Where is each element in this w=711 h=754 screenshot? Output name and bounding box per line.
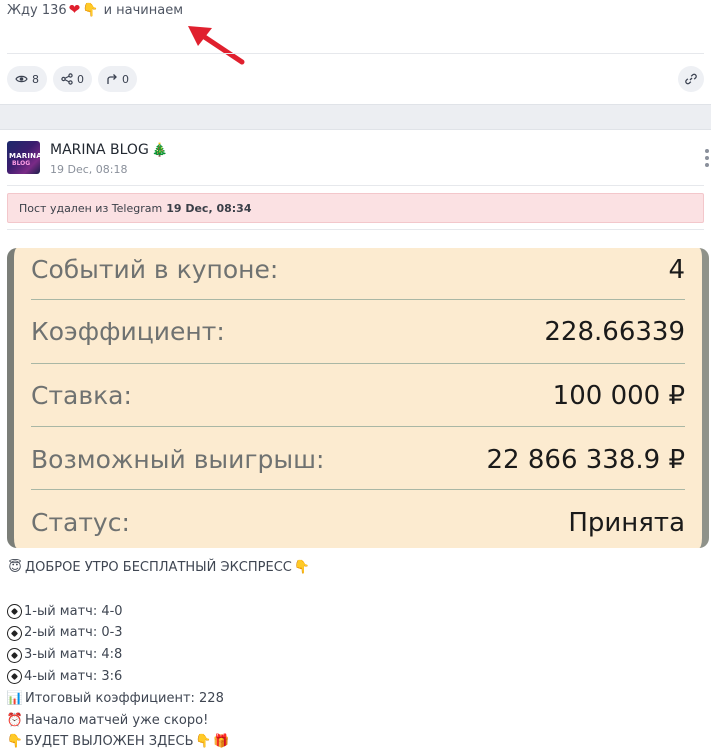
views-counter[interactable]: 8 [7,66,47,92]
divider [7,53,704,54]
eye-icon [15,75,28,83]
message-line: 4-ый матч: 3:6 [7,666,310,688]
coupon-row-value: 4 [668,254,685,285]
message-line: 2-ый матч: 0-3 [7,622,310,644]
link-icon [685,73,697,85]
views-count: 8 [32,72,39,86]
posted-here: БУДЕТ ВЫЛОЖЕН ЗДЕСЬ [25,734,194,750]
post-stats: 8 0 0 [7,66,137,92]
more-vertical-icon[interactable] [705,149,709,167]
copy-link-button[interactable] [678,66,704,92]
pointing-down-hand-icon: 👇 [195,734,212,750]
coupon-image: Событий в купоне: 4 Коэффициент: 228.663… [7,248,709,548]
post-message: 😇 ДОБРОЕ УТРО БЕСПЛАТНЫЙ ЭКСПРЕСС 👇 1-ый… [7,557,310,753]
shares-counter[interactable]: 0 [53,66,92,92]
coupon-row-label: Ставка: [31,381,132,410]
coupon-row-value: 228.66339 [544,316,685,347]
post-separator [0,104,711,130]
forward-icon [107,74,117,84]
smiling-face-icon: 😇 [8,560,22,575]
divider [7,185,704,186]
post-text-prefix: Жду 136 [7,2,67,18]
match-line: 1-ый матч: 4-0 [24,603,123,619]
post-date: 19 Dec, 08:18 [50,163,128,176]
post-author[interactable]: MARINA BLOG MARINA BLOG 🎄 19 Dec, 08:18 [7,141,168,176]
coupon-row-label: Коэффициент: [31,317,225,346]
avatar[interactable]: MARINA BLOG [7,141,40,174]
coupon-row-divider [31,426,685,427]
alarm-clock-icon: ⏰ [6,712,24,728]
total-coefficient: Итоговый коэффициент: 228 [25,690,224,706]
message-line: 3-ый матч: 4:8 [7,644,310,666]
message-line: 😇 ДОБРОЕ УТРО БЕСПЛАТНЫЙ ЭКСПРЕСС 👇 [7,557,310,579]
message-line: 👇 БУДЕТ ВЫЛОЖЕН ЗДЕСЬ 👇 🎁 [7,731,310,753]
coupon-row-value: 100 000 ₽ [552,380,685,411]
red-arrow-annotation [188,26,245,65]
coupon-row-value: 22 866 338.9 ₽ [486,444,685,475]
soccer-ball-icon [7,603,22,619]
share-icon [61,73,73,85]
match-line: 2-ый матч: 0-3 [24,625,123,641]
post-text-suffix: и начинаем [103,2,184,18]
match-line: 4-ый матч: 3:6 [24,668,123,684]
deleted-notice-date: 19 Dec, 08:34 [166,201,252,215]
coupon-row: Возможный выигрыш: 22 866 338.9 ₽ [31,428,685,491]
pointing-down-hand-icon: 👇 [293,560,310,575]
author-name-row: MARINA BLOG 🎄 [50,142,168,158]
gift-icon: 🎁 [213,734,230,750]
coupon-row: Ставка: 100 000 ₽ [31,364,685,427]
post-text: Жду 136 ❤ 👇 и начинаем [7,2,183,18]
bar-chart-icon: 📊 [6,690,24,706]
match-line: 3-ый матч: 4:8 [24,647,123,663]
coupon-row-value: Принята [568,507,685,538]
pointing-down-hand-icon: 👇 [6,734,24,750]
deleted-notice: Пост удален из Telegram 19 Dec, 08:34 [7,193,704,223]
heart-icon: ❤ [68,2,81,18]
coupon-row-divider [31,489,685,490]
message-line: ⏰ Начало матчей уже скоро! [7,710,310,732]
forwards-counter[interactable]: 0 [98,66,137,92]
pointing-down-hand-icon: 👇 [82,2,99,18]
soccer-ball-icon [7,625,22,641]
shares-count: 0 [77,72,84,86]
coupon-row-label: Статус: [31,508,130,537]
previous-post: Жду 136 ❤ 👇 и начинаем 8 0 0 [0,0,711,104]
christmas-tree-icon: 🎄 [151,142,168,158]
coupon-row-label: Возможный выигрыш: [31,445,325,474]
avatar-text: MARINA [9,152,40,160]
coupon-row: Коэффициент: 228.66339 [31,300,685,363]
author-name[interactable]: MARINA BLOG [50,142,149,158]
message-line: 📊 Итоговый коэффициент: 228 [7,688,310,710]
soccer-ball-icon [7,647,22,663]
soccer-ball-icon [7,669,22,685]
matches-soon: Начало матчей уже скоро! [25,712,209,728]
divider [7,229,704,230]
forwards-count: 0 [122,72,129,86]
deleted-notice-text: Пост удален из Telegram [19,201,163,215]
avatar-text-2: BLOG [12,160,31,167]
coupon-row-label: Событий в купоне: [31,255,279,284]
coupon-row: Статус: Принята [31,491,685,548]
coupon-row: Событий в купоне: 4 [31,248,685,301]
message-headline: ДОБРОЕ УТРО БЕСПЛАТНЫЙ ЭКСПРЕСС [25,560,292,575]
message-line: 1-ый матч: 4-0 [7,601,310,623]
